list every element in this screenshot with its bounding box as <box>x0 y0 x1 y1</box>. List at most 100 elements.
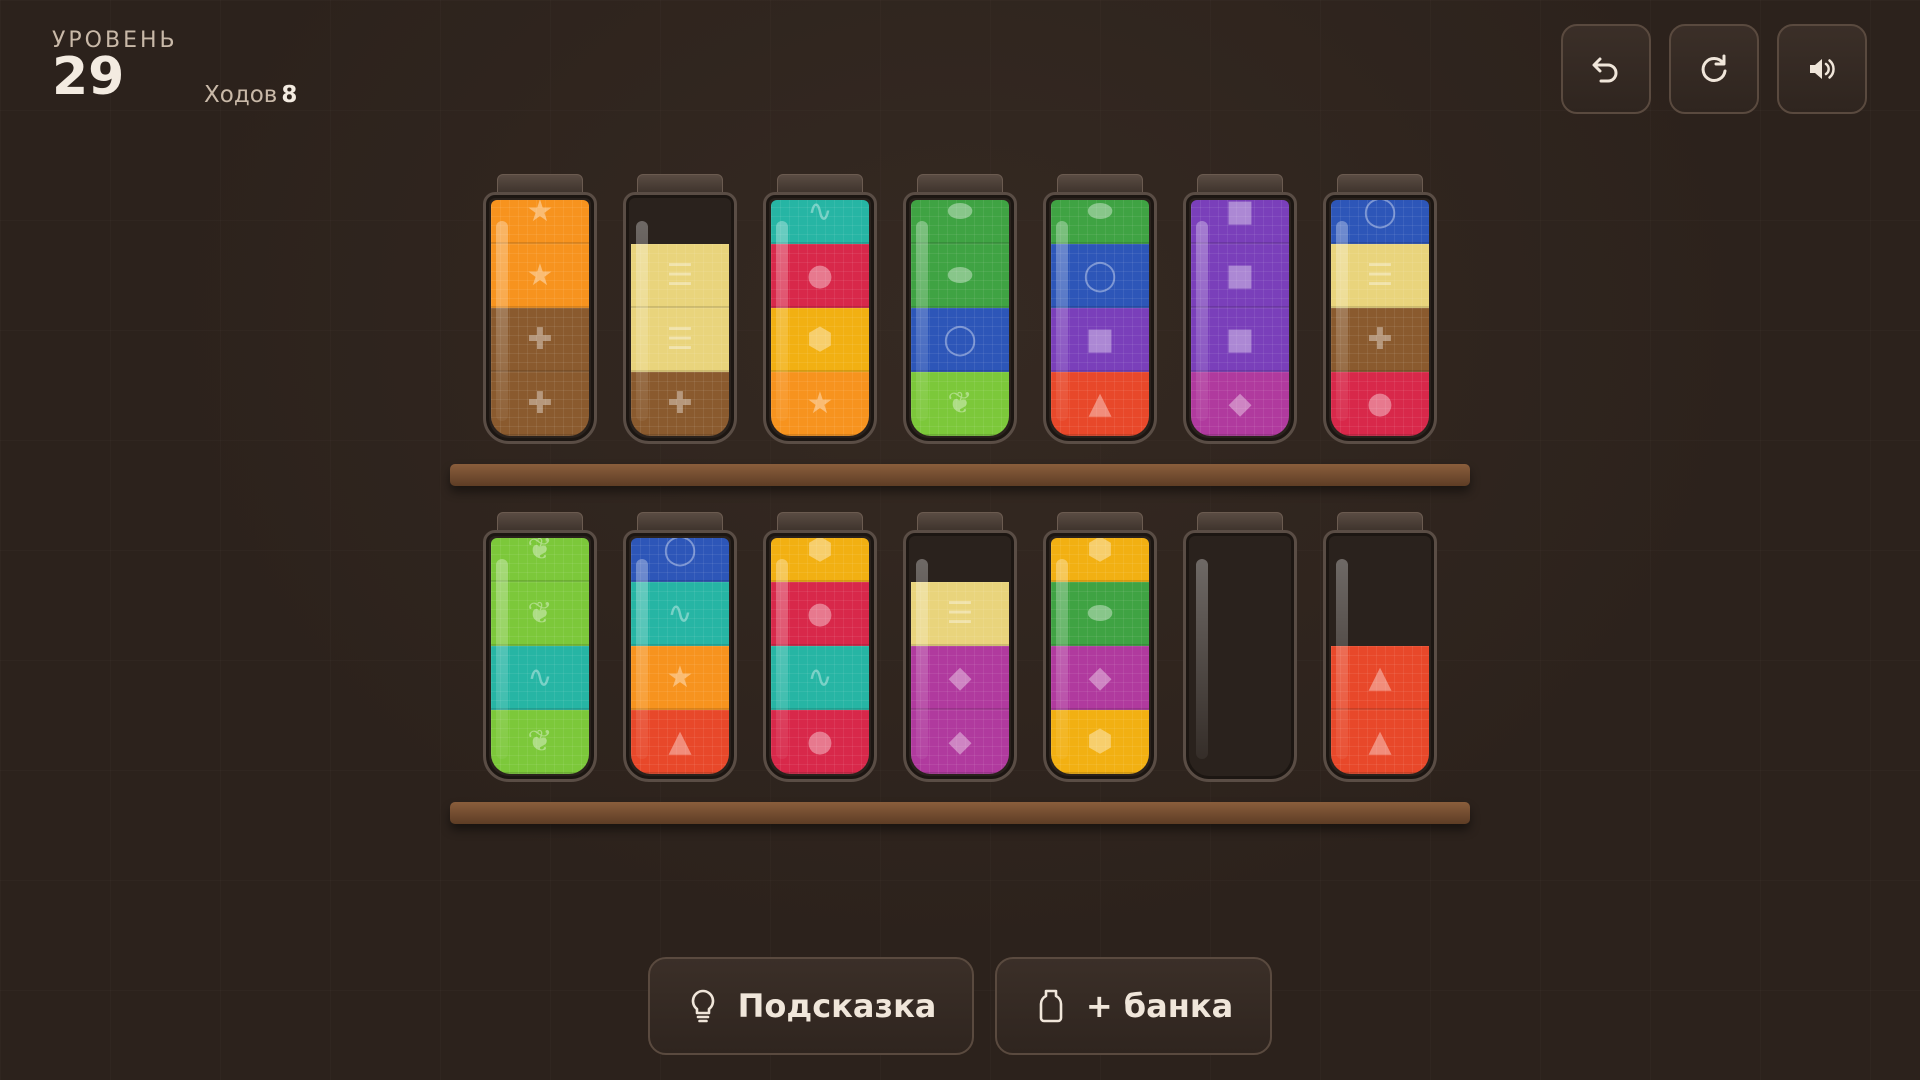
liquid-layer-blue: ◯ <box>911 308 1009 372</box>
liquid-layer-brown: ✚ <box>1331 308 1429 372</box>
liquid-layer-brown: ✚ <box>491 308 589 372</box>
jar[interactable]: ∿ ● ⬢ ★ <box>763 174 877 444</box>
jar-contents: ❦ ❦ ∿ ❦ <box>491 538 589 774</box>
jar[interactable]: ★ ★ ✚ ✚ <box>483 174 597 444</box>
liquid-layer-redorange: ▲ <box>631 710 729 774</box>
purple-pattern-icon: ■ <box>1085 322 1115 357</box>
green-pattern-icon: ⬬ <box>947 200 973 229</box>
blue-pattern-icon: ◯ <box>1083 258 1117 293</box>
orange-pattern-icon: ★ <box>526 258 554 293</box>
redorange-pattern-icon: ▲ <box>1088 386 1112 421</box>
liquid-layer-teal: ∿ <box>631 582 729 646</box>
liquid-layer-cream: ☰ <box>631 244 729 308</box>
liquid-layer-green: ⬬ <box>911 200 1009 244</box>
jar[interactable]: ⬬ ◯ ■ ▲ <box>1043 174 1157 444</box>
orange-pattern-icon: ★ <box>526 200 554 229</box>
redorange-pattern-icon: ▲ <box>1368 660 1392 695</box>
liquid-layer-amber: ⬢ <box>1051 710 1149 774</box>
liquid-layer-redorange: ▲ <box>1331 646 1429 710</box>
jar-body <box>1183 530 1297 782</box>
undo-icon <box>1592 57 1618 83</box>
jar-body: ◯ ∿ ★ ▲ <box>623 530 737 782</box>
jar[interactable]: ◯ ☰ ✚ ● <box>1323 174 1437 444</box>
jar-lid <box>777 174 863 194</box>
jar[interactable]: ◯ ∿ ★ ▲ <box>623 512 737 782</box>
jar-lid <box>1057 512 1143 532</box>
jar-contents: ∿ ● ⬢ ★ <box>771 200 869 436</box>
add-jar-label: + банка <box>1085 987 1234 1025</box>
red-pattern-icon: ● <box>806 724 834 759</box>
red-pattern-icon: ● <box>806 258 834 293</box>
lightbulb-icon <box>691 989 714 1023</box>
jar[interactable]: ⬢ ● ∿ ● <box>763 512 877 782</box>
brown-pattern-icon: ✚ <box>667 386 693 421</box>
jar-body: ⬢ ● ∿ ● <box>763 530 877 782</box>
jar[interactable]: ▲ ▲ <box>1323 512 1437 782</box>
level-indicator: УРОВЕНЬ 29 <box>52 28 178 107</box>
jar-lid <box>637 512 723 532</box>
jar-contents: ⬬ ◯ ■ ▲ <box>1051 200 1149 436</box>
lime-pattern-icon: ❦ <box>527 724 553 759</box>
teal-pattern-icon: ∿ <box>667 596 693 631</box>
jar[interactable]: ☰ ☰ ✚ <box>623 174 737 444</box>
liquid-layer-orange: ★ <box>771 372 869 436</box>
jar-body: ⬬ ⬬ ◯ ❦ <box>903 192 1017 444</box>
jar-lid <box>777 512 863 532</box>
sound-button[interactable] <box>1777 24 1867 114</box>
shelf-top <box>450 464 1470 486</box>
liquid-layer-purple: ■ <box>1191 308 1289 372</box>
jar-lid <box>1337 512 1423 532</box>
undo-button[interactable] <box>1561 24 1651 114</box>
liquid-layer-lime: ❦ <box>911 372 1009 436</box>
liquid-layer-red: ● <box>771 710 869 774</box>
liquid-layer-teal: ∿ <box>771 200 869 244</box>
lime-pattern-icon: ❦ <box>947 386 973 421</box>
blue-pattern-icon: ◯ <box>663 538 697 567</box>
magenta-pattern-icon: ◆ <box>948 724 972 759</box>
jar-lid <box>917 174 1003 194</box>
shelf-bottom <box>450 802 1470 824</box>
teal-pattern-icon: ∿ <box>807 200 833 229</box>
restart-button[interactable] <box>1669 24 1759 114</box>
amber-pattern-icon: ⬢ <box>806 322 834 357</box>
liquid-layer-magenta: ◆ <box>911 646 1009 710</box>
liquid-layer-teal: ∿ <box>771 646 869 710</box>
liquid-layer-orange: ★ <box>491 200 589 244</box>
green-pattern-icon: ⬬ <box>1087 596 1113 631</box>
jar-contents: ◯ ∿ ★ ▲ <box>631 538 729 774</box>
jar-lid <box>917 512 1003 532</box>
jar[interactable] <box>1183 512 1297 782</box>
jar-lid <box>1057 174 1143 194</box>
liquid-layer-blue: ◯ <box>1051 244 1149 308</box>
level-number: 29 <box>52 47 125 107</box>
jar-body: ❦ ❦ ∿ ❦ <box>483 530 597 782</box>
jar[interactable]: ❦ ❦ ∿ ❦ <box>483 512 597 782</box>
jar-lid <box>1337 174 1423 194</box>
jar[interactable]: ■ ■ ■ ◆ <box>1183 174 1297 444</box>
orange-pattern-icon: ★ <box>666 660 694 695</box>
jar[interactable]: ⬢ ⬬ ◆ ⬢ <box>1043 512 1157 782</box>
liquid-layer-lime: ❦ <box>491 538 589 582</box>
add-jar-button[interactable]: + банка <box>995 957 1272 1055</box>
liquid-layer-red: ● <box>771 244 869 308</box>
liquid-layer-magenta: ◆ <box>911 710 1009 774</box>
jar-body: ◯ ☰ ✚ ● <box>1323 192 1437 444</box>
teal-pattern-icon: ∿ <box>527 660 553 695</box>
jar[interactable]: ☰ ◆ ◆ <box>903 512 1017 782</box>
liquid-layer-orange: ★ <box>631 646 729 710</box>
liquid-layer-magenta: ◆ <box>1051 646 1149 710</box>
cream-pattern-icon: ☰ <box>666 258 694 293</box>
magenta-pattern-icon: ◆ <box>1088 660 1112 695</box>
jar-lid <box>637 174 723 194</box>
brown-pattern-icon: ✚ <box>527 386 553 421</box>
hint-button[interactable]: Подсказка <box>648 957 974 1055</box>
redorange-pattern-icon: ▲ <box>668 724 692 759</box>
liquid-layer-purple: ■ <box>1191 244 1289 308</box>
liquid-layer-blue: ◯ <box>631 538 729 582</box>
liquid-layer-lime: ❦ <box>491 710 589 774</box>
orange-pattern-icon: ★ <box>806 386 834 421</box>
liquid-layer-cream: ☰ <box>1331 244 1429 308</box>
liquid-layer-green: ⬬ <box>1051 200 1149 244</box>
jar[interactable]: ⬬ ⬬ ◯ ❦ <box>903 174 1017 444</box>
jar-lid <box>497 512 583 532</box>
